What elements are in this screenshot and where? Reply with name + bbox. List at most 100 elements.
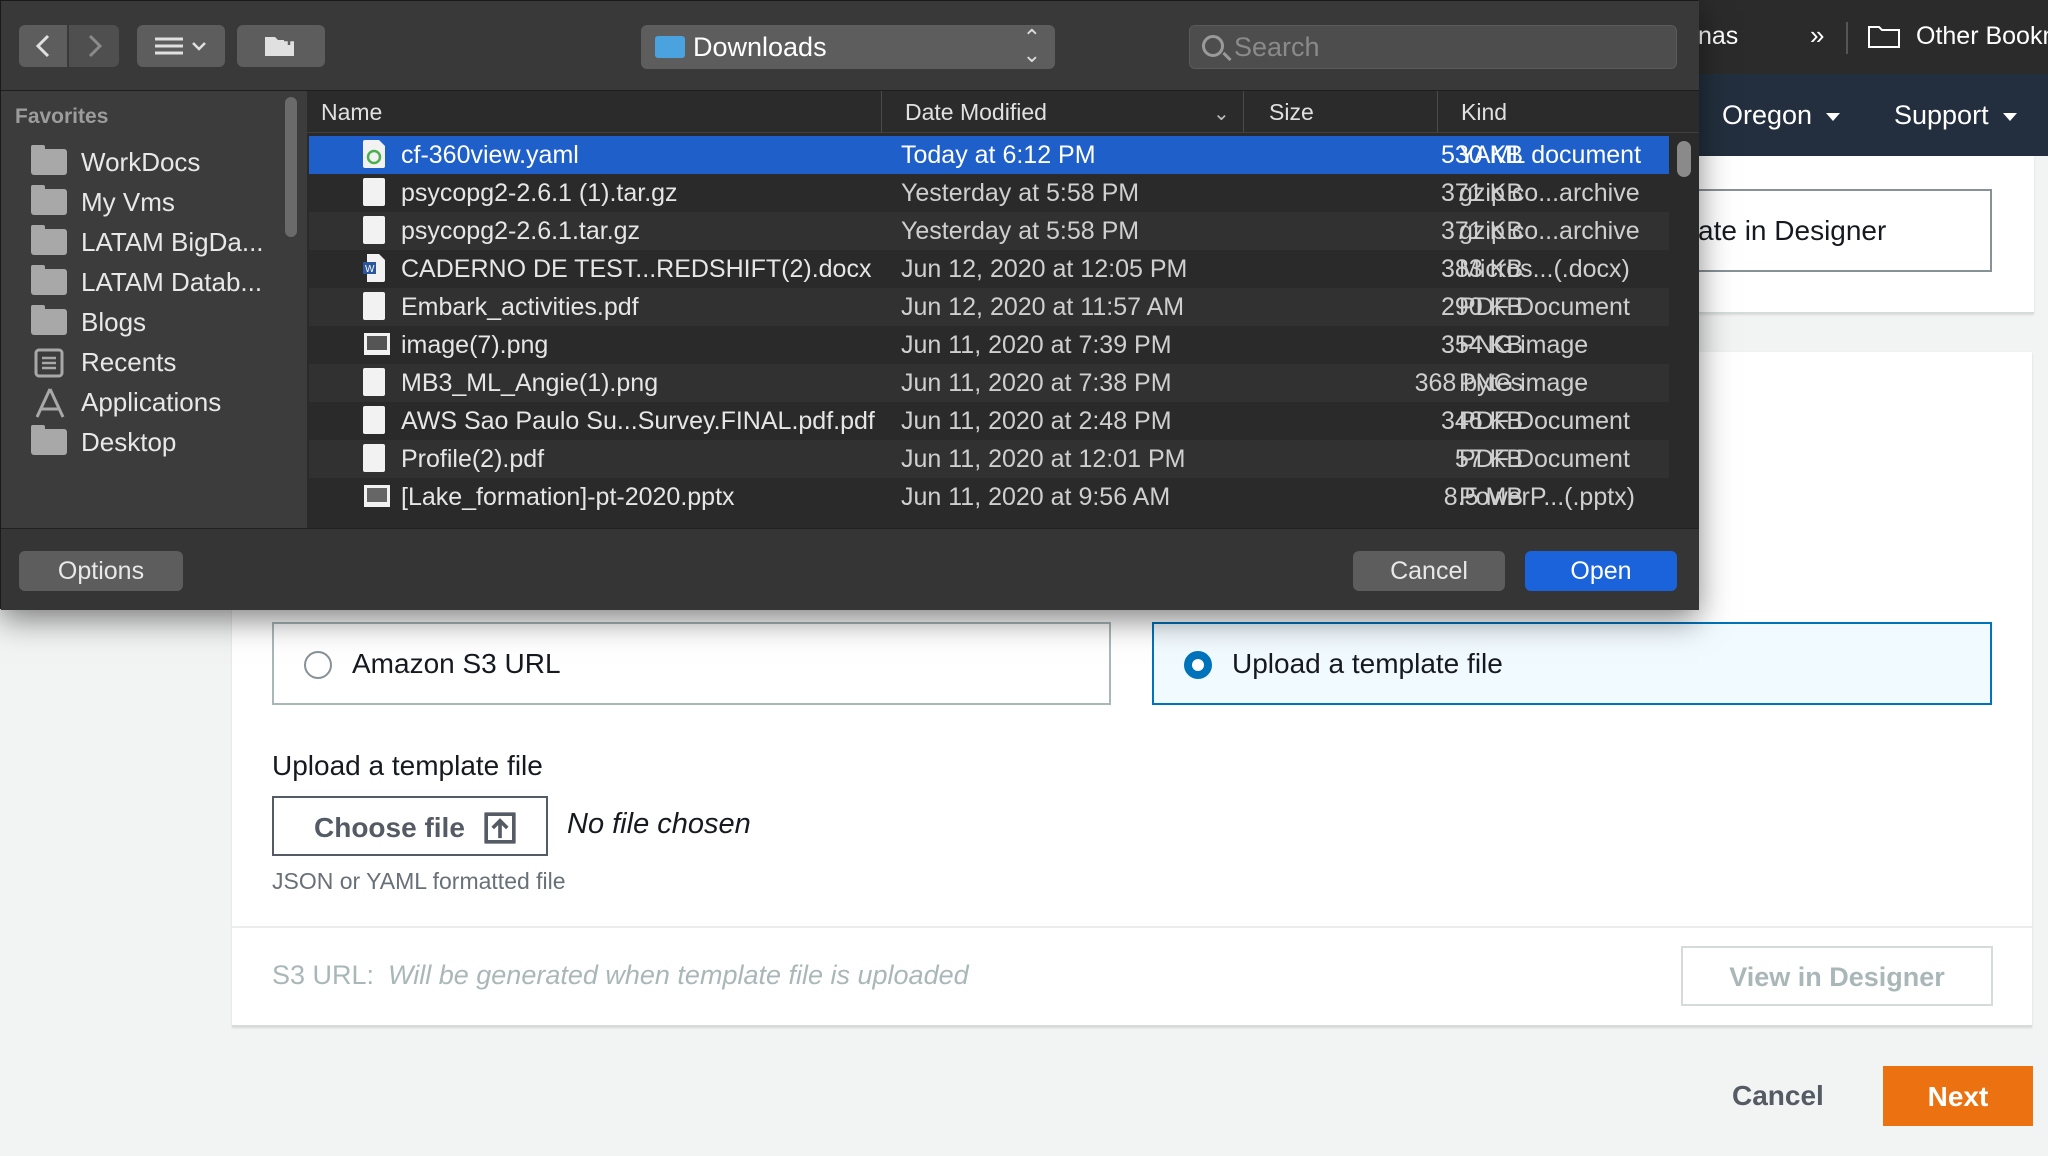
column-separator[interactable] xyxy=(1437,91,1438,133)
forward-button[interactable] xyxy=(69,25,119,67)
sidebar-item-blogs[interactable]: Blogs xyxy=(31,303,281,343)
new-folder-button[interactable] xyxy=(237,25,325,67)
new-folder-icon xyxy=(265,35,294,56)
choose-file-button[interactable]: Choose file xyxy=(272,796,548,856)
dialog-toolbar: Downloads ⌃ ⌄ xyxy=(1,1,1699,91)
sidebar-item-label: Applications xyxy=(81,387,222,417)
search-input[interactable] xyxy=(1234,32,1654,62)
aws-top-nav: Oregon Support xyxy=(1698,74,2048,156)
file-list-scrollbar[interactable] xyxy=(1677,141,1691,177)
column-header-row: Name Date Modified ⌄ Size Kind xyxy=(307,91,1699,133)
s3-url-value: Will be generated when template file is … xyxy=(388,960,969,990)
file-date: Jun 11, 2020 at 7:39 PM xyxy=(901,331,1172,359)
list-view-icon xyxy=(155,37,206,55)
sidebar-item-desktop[interactable]: Desktop xyxy=(31,423,281,463)
sort-chevron-down-icon: ⌄ xyxy=(1213,103,1230,125)
file-kind: PowerP...(.pptx) xyxy=(1459,483,1636,511)
options-button[interactable]: Options xyxy=(19,551,183,591)
file-row[interactable]: W CADERNO DE TEST...REDSHIFT(2).docx Jun… xyxy=(309,250,1669,288)
file-row[interactable]: MB3_ML_Angie(1).png Jun 11, 2020 at 7:38… xyxy=(309,364,1669,402)
file-kind: YAML document xyxy=(1459,141,1642,169)
sidebar-item-latam-database[interactable]: LATAM Datab... xyxy=(31,263,281,303)
region-selector[interactable]: Oregon xyxy=(1722,100,1841,131)
file-name: cf-360view.yaml xyxy=(401,141,579,169)
caret-down-icon xyxy=(1826,112,1841,121)
file-kind: gzip co...archive xyxy=(1459,179,1640,207)
browser-bookmarks-bar: nas » Other Bookmarks xyxy=(1698,0,2048,74)
bookmark-overflow-button[interactable]: » xyxy=(1810,20,1824,51)
file-name: psycopg2-2.6.1 (1).tar.gz xyxy=(401,179,678,207)
view-in-designer-button[interactable]: View in Designer xyxy=(1681,946,1993,1006)
column-kind[interactable]: Kind xyxy=(1461,99,1507,126)
file-row[interactable]: Embark_activities.pdf Jun 12, 2020 at 11… xyxy=(309,288,1669,326)
sidebar-item-workdocs[interactable]: WorkDocs xyxy=(31,143,281,183)
column-separator[interactable] xyxy=(1243,91,1244,133)
file-row[interactable]: image(7).png Jun 11, 2020 at 7:39 PM 354… xyxy=(309,326,1669,364)
column-separator[interactable] xyxy=(881,91,882,133)
file-date: Today at 6:12 PM xyxy=(901,141,1096,169)
location-popup[interactable]: Downloads ⌃ ⌄ xyxy=(641,25,1055,69)
folder-icon xyxy=(1868,26,1900,48)
file-name: [Lake_formation]-pt-2020.pptx xyxy=(401,483,735,511)
location-label: Downloads xyxy=(693,32,827,62)
dialog-cancel-button[interactable]: Cancel xyxy=(1353,551,1505,591)
sidebar-item-latam-bigdata[interactable]: LATAM BigDa... xyxy=(31,223,281,263)
sidebar-item-label: LATAM Datab... xyxy=(81,267,263,297)
radio-amazon-s3-url[interactable]: Amazon S3 URL xyxy=(272,622,1111,705)
file-row[interactable]: psycopg2-2.6.1.tar.gz Yesterday at 5:58 … xyxy=(309,212,1669,250)
other-bookmarks[interactable]: Other Bookmarks xyxy=(1916,22,2048,51)
column-size[interactable]: Size xyxy=(1269,99,1314,126)
column-date-modified[interactable]: Date Modified xyxy=(905,99,1047,126)
folder-icon xyxy=(31,305,67,335)
image-file-icon xyxy=(364,333,390,355)
file-row[interactable]: cf-360view.yaml Today at 6:12 PM 530 KB … xyxy=(309,136,1669,174)
sidebar-scrollbar[interactable] xyxy=(285,97,297,237)
back-button[interactable] xyxy=(19,25,67,67)
file-row[interactable]: AWS Sao Paulo Su...Survey.FINAL.pdf.pdf … xyxy=(309,402,1669,440)
open-file-dialog: Downloads ⌃⌄ Favorites WorkDocs My Vms L… xyxy=(0,0,1699,610)
archive-file-icon xyxy=(363,216,385,244)
file-kind: PNG image xyxy=(1459,369,1589,397)
archive-file-icon xyxy=(363,178,385,206)
column-name[interactable]: Name xyxy=(321,99,382,126)
pdf-file-icon xyxy=(363,406,385,434)
bookmark-separator xyxy=(1846,22,1848,54)
image-file-icon xyxy=(363,368,385,396)
search-icon xyxy=(1202,35,1224,57)
radio-label: Upload a template file xyxy=(1232,648,1503,679)
open-button[interactable]: Open xyxy=(1525,551,1677,591)
folder-icon xyxy=(31,225,67,255)
no-file-status: No file chosen xyxy=(567,808,751,840)
sidebar-item-label: LATAM BigDa... xyxy=(81,227,264,257)
yaml-file-icon xyxy=(363,140,385,168)
sidebar-item-my-vms[interactable]: My Vms xyxy=(31,183,281,223)
svg-text:W: W xyxy=(365,264,375,275)
view-options-button[interactable] xyxy=(137,25,225,67)
file-row[interactable]: [Lake_formation]-pt-2020.pptx Jun 11, 20… xyxy=(309,478,1669,516)
file-date: Jun 12, 2020 at 12:05 PM xyxy=(901,255,1188,283)
file-name: CADERNO DE TEST...REDSHIFT(2).docx xyxy=(401,255,872,283)
radio-button[interactable] xyxy=(304,651,332,679)
search-field[interactable] xyxy=(1189,25,1677,69)
file-kind: gzip co...archive xyxy=(1459,217,1640,245)
region-label: Oregon xyxy=(1722,100,1813,130)
radio-upload-template[interactable]: Upload a template file xyxy=(1152,622,1992,705)
file-kind: PDF Document xyxy=(1459,445,1630,473)
sidebar-item-recents[interactable]: Recents xyxy=(31,343,281,383)
support-menu[interactable]: Support xyxy=(1894,100,2017,131)
bookmark-fragment[interactable]: nas xyxy=(1698,22,1738,51)
folder-icon xyxy=(31,425,67,455)
file-name: Profile(2).pdf xyxy=(401,445,545,473)
radio-button[interactable] xyxy=(1184,651,1212,679)
page-next-button[interactable]: Next xyxy=(1883,1066,2033,1126)
sidebar-item-applications[interactable]: Applications xyxy=(31,383,281,423)
sidebar-item-label: WorkDocs xyxy=(81,147,201,177)
create-in-designer-button[interactable]: ate in Designer xyxy=(1694,189,1992,272)
file-row[interactable]: Profile(2).pdf Jun 11, 2020 at 12:01 PM … xyxy=(309,440,1669,478)
downloads-folder-icon xyxy=(655,36,685,58)
file-row[interactable]: psycopg2-2.6.1 (1).tar.gz Yesterday at 5… xyxy=(309,174,1669,212)
page-cancel-button[interactable]: Cancel xyxy=(1732,1080,1824,1112)
sidebar-item-label: Recents xyxy=(81,347,177,377)
divider xyxy=(232,926,2032,928)
file-name: MB3_ML_Angie(1).png xyxy=(401,369,659,397)
